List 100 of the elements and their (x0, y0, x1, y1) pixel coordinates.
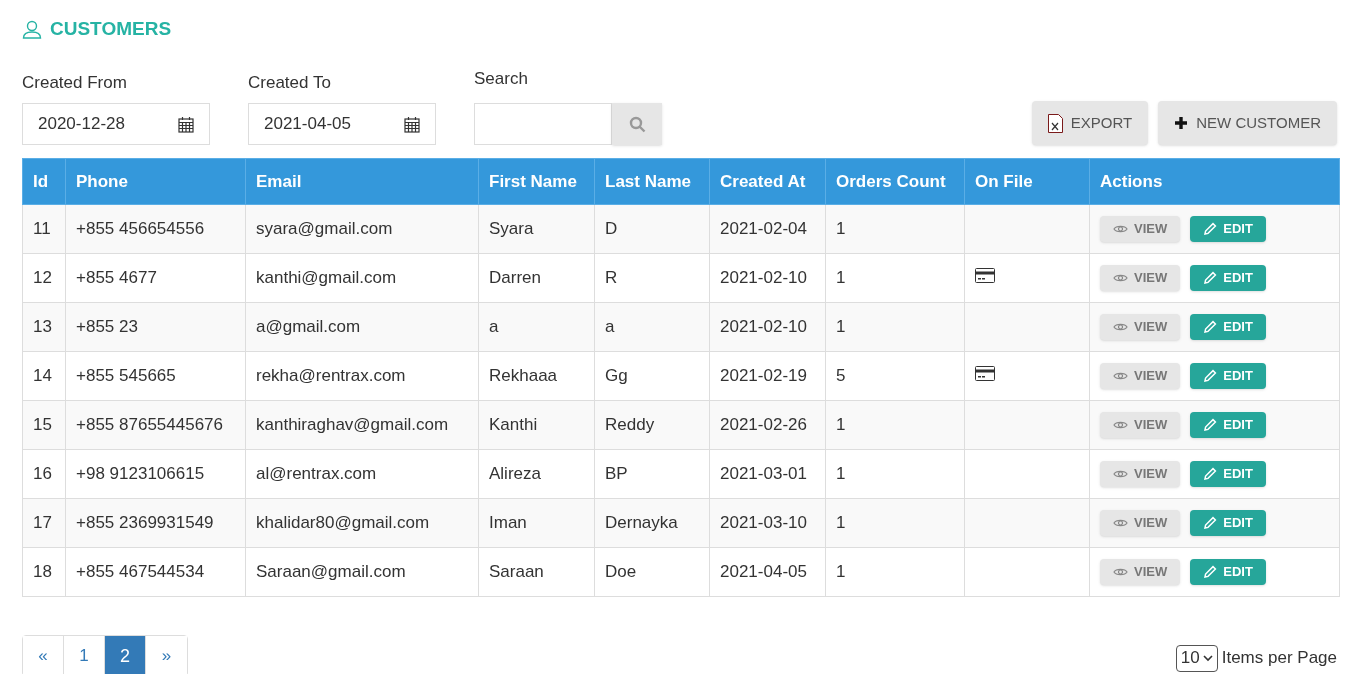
table-cell: Kanthi (478, 400, 595, 450)
column-header: Orders Count (825, 158, 965, 205)
pencil-icon (1203, 222, 1218, 236)
eye-icon (1113, 518, 1128, 528)
search-icon (628, 115, 646, 133)
table-cell: +855 23 (65, 302, 246, 352)
eye-icon (1113, 322, 1128, 332)
table-cell: 2021-02-19 (709, 351, 826, 401)
eye-icon (1113, 567, 1128, 577)
new-customer-button[interactable]: NEW CUSTOMER (1158, 101, 1337, 145)
date-field[interactable]: 2021-04-05 (248, 103, 436, 145)
export-button[interactable]: EXPORT (1031, 101, 1149, 145)
table-cell: 2021-02-26 (709, 400, 826, 450)
calendar-icon[interactable] (404, 115, 420, 133)
table-cell: 17 (22, 498, 66, 548)
edit-button[interactable]: EDIT (1190, 412, 1266, 438)
table-cell: Rekhaaa (478, 351, 595, 401)
page-size-label: Items per Page (1221, 647, 1337, 670)
eye-icon (1113, 420, 1128, 430)
view-button[interactable]: VIEW (1100, 314, 1181, 340)
eye-icon (1113, 371, 1128, 381)
table-cell: al@rentrax.com (245, 449, 479, 499)
view-button[interactable]: VIEW (1100, 265, 1181, 291)
view-button[interactable]: VIEW (1100, 412, 1181, 438)
date-field[interactable]: 2020-12-28 (22, 103, 210, 145)
credit-card-icon (975, 366, 995, 381)
plus-icon (1174, 116, 1189, 130)
table-cell: Syara (478, 204, 595, 254)
table-cell: 1 (825, 498, 965, 548)
table-cell: 2021-02-10 (709, 253, 826, 303)
edit-button[interactable]: EDIT (1190, 265, 1266, 291)
page-title: CUSTOMERS (50, 17, 172, 41)
column-header: Phone (65, 158, 246, 205)
column-header: Id (22, 158, 66, 205)
edit-button[interactable]: EDIT (1190, 510, 1266, 536)
page-size-select[interactable]: 10 (1175, 644, 1218, 672)
field-label: Created From (22, 71, 128, 94)
pencil-icon (1203, 516, 1218, 530)
table-cell: khalidar80@gmail.com (245, 498, 479, 548)
table-cell: +855 545665 (65, 351, 246, 401)
pencil-icon (1203, 320, 1218, 334)
table-cell: Dernayka (594, 498, 710, 548)
table-cell: +98 9123106615 (65, 449, 246, 499)
table-cell: R (594, 253, 710, 303)
page-link[interactable]: « (23, 636, 64, 674)
edit-button[interactable]: EDIT (1190, 216, 1266, 242)
table-cell: +855 2369931549 (65, 498, 246, 548)
table-cell: 2021-04-05 (709, 547, 826, 597)
table-cell: 1 (825, 547, 965, 597)
table-cell: Saraan (478, 547, 595, 597)
table-cell: D (594, 204, 710, 254)
calendar-icon[interactable] (178, 115, 194, 133)
table-cell: 5 (825, 351, 965, 401)
eye-icon (1113, 224, 1128, 234)
page-link[interactable]: 2 (105, 636, 146, 674)
table-cell: 18 (22, 547, 66, 597)
pencil-icon (1203, 369, 1218, 383)
table-cell: 2021-02-04 (709, 204, 826, 254)
table-cell: 1 (825, 449, 965, 499)
table-cell: 13 (22, 302, 66, 352)
view-button[interactable]: VIEW (1100, 559, 1181, 585)
user-icon (22, 19, 42, 40)
column-header: First Name (478, 158, 595, 205)
table-cell: 2021-03-01 (709, 449, 826, 499)
table-cell: rekha@rentrax.com (245, 351, 479, 401)
table-cell: a (478, 302, 595, 352)
table-cell: a (594, 302, 710, 352)
view-button[interactable]: VIEW (1100, 363, 1181, 389)
table-cell: +855 87655445676 (65, 400, 246, 450)
table-cell: 11 (22, 204, 66, 254)
table-cell: 1 (825, 204, 965, 254)
spreadsheet-file-icon (1047, 113, 1063, 133)
view-button[interactable]: VIEW (1100, 510, 1181, 536)
column-header: Email (245, 158, 479, 205)
table-cell: +855 456654556 (65, 204, 246, 254)
table-cell: Gg (594, 351, 710, 401)
table-cell: 1 (825, 400, 965, 450)
view-button[interactable]: VIEW (1100, 461, 1181, 487)
table-cell: +855 4677 (65, 253, 246, 303)
table-cell: +855 467544534 (65, 547, 246, 597)
edit-button[interactable]: EDIT (1190, 559, 1266, 585)
table-cell: Darren (478, 253, 595, 303)
field-label: Created To (248, 71, 332, 94)
view-button[interactable]: VIEW (1100, 216, 1181, 242)
edit-button[interactable]: EDIT (1190, 363, 1266, 389)
search-field[interactable] (474, 103, 612, 145)
table-cell: kanthiraghav@gmail.com (245, 400, 479, 450)
table-cell: 1 (825, 302, 965, 352)
table-cell: kanthi@gmail.com (245, 253, 479, 303)
table-cell: 16 (22, 449, 66, 499)
table-cell: Doe (594, 547, 710, 597)
credit-card-icon (975, 268, 995, 283)
table-cell: 15 (22, 400, 66, 450)
table-cell: Iman (478, 498, 595, 548)
edit-button[interactable]: EDIT (1190, 461, 1266, 487)
column-header: On File (964, 158, 1090, 205)
table-cell: Alireza (478, 449, 595, 499)
table-cell: 14 (22, 351, 66, 401)
table-cell: 2021-02-10 (709, 302, 826, 352)
edit-button[interactable]: EDIT (1190, 314, 1266, 340)
